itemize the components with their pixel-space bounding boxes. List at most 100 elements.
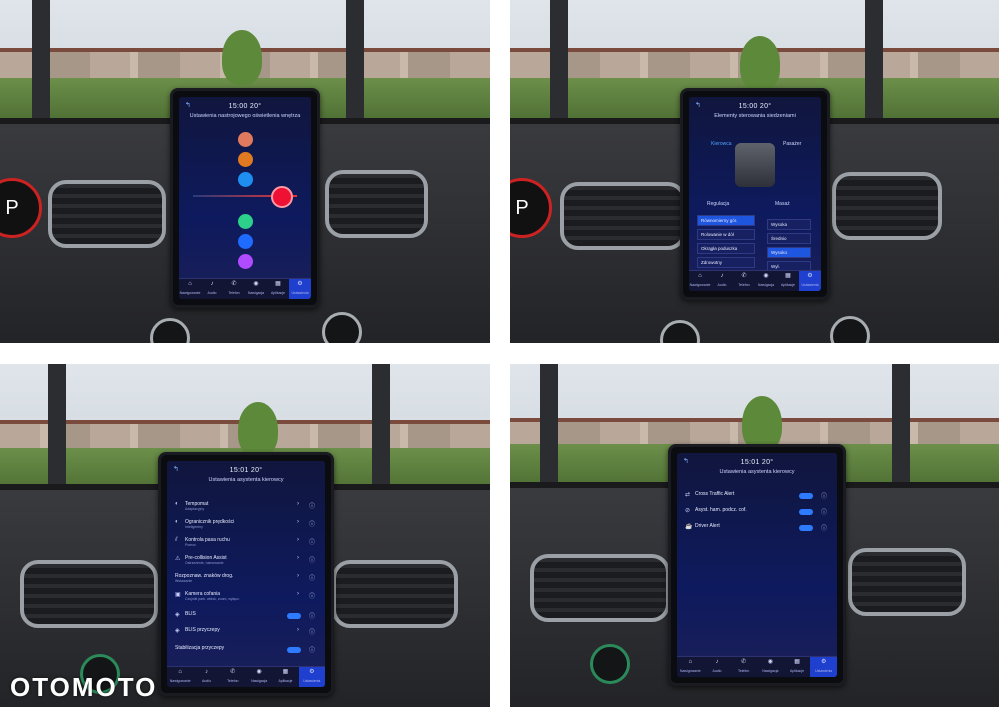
intensity-option[interactable]: Wysoko [767,247,811,258]
info-icon[interactable]: ⓘ [309,501,315,510]
collision-icon: ⚠ [175,556,181,562]
audio-button[interactable]: ♪ Audio [193,667,219,687]
setting-row[interactable]: ◈ BLIS przyczepy › ⓘ [175,627,317,641]
info-icon[interactable]: ⓘ [821,507,827,516]
audio-button[interactable]: ♪ Audio [704,657,731,677]
setting-row[interactable]: ⚠ Pre-collision Assist Ostrzeżenie, hamowa… [175,555,317,569]
apps-button[interactable]: ▦ Aplikacje [267,279,289,299]
center-touchscreen: ↰ 15:01 20° Ustawienia asystenta kierowc… [668,444,846,686]
color-swatch[interactable] [238,254,253,269]
setting-row[interactable]: ◐ Tempomat Adaptacyjny › ⓘ [175,501,317,515]
info-icon[interactable]: ⓘ [821,491,827,500]
apps-button[interactable]: ▦ Aplikacje [784,657,811,677]
massage-option[interactable]: Rolowanie w dół [697,229,755,240]
status-bar: 15:00 20° [738,103,772,110]
audio-button[interactable]: ♪ Audio [201,279,223,299]
home-button[interactable]: ⌂ Nawigowanie [689,271,711,291]
status-bar: 15:01 20° [229,467,263,474]
setting-row[interactable]: ▣ Kamera cofania Czujniki park. widok, zoo… [175,591,317,605]
speed-limiter-icon: ◐ [175,519,179,525]
status-bar: 15:01 20° [740,459,774,466]
home-button[interactable]: ⌂ Nawigowanie [167,667,193,687]
apps-button[interactable]: ▦ Aplikacje [272,667,298,687]
bottom-bar: ⌂ Nawigowanie ♪ Audio ✆ Telefon ◉ Nawigacja … [677,656,837,677]
massage-option[interactable]: Zdrowotny [697,257,755,268]
setting-row[interactable]: ⫽ Kontrola pasa ruchu Pomoc › ⓘ [175,537,317,551]
info-icon[interactable]: ⓘ [309,555,315,564]
settings-button[interactable]: ⚙ Ustawienia [810,657,837,677]
info-icon[interactable]: ⓘ [309,645,315,654]
tab-massage[interactable]: Masaż [775,201,790,207]
phone-button[interactable]: ✆ Telefon [220,667,246,687]
navigation-button[interactable]: ◉ Nawigacja [245,279,267,299]
info-icon[interactable]: ⓘ [309,537,315,546]
back-icon[interactable]: ↰ [185,101,191,109]
info-icon[interactable]: ⓘ [821,523,827,532]
setting-row[interactable]: ◈ BLIS ⓘ [175,611,317,625]
slider-handle[interactable] [271,186,293,208]
blis-toggle[interactable] [287,613,301,619]
settings-button[interactable]: ⚙ Ustawienia [799,271,821,291]
navigation-button[interactable]: ◉ Nawigacja [757,657,784,677]
photo-collage: P ↰ 15:00 20° Ustawienia nastrojowego oś… [0,0,999,707]
phone-button[interactable]: ✆ Telefon [730,657,757,677]
bottom-bar: ⌂ Nawigowanie ♪ Audio ✆ Telefon ◉ Nawigacja … [179,278,311,299]
home-button[interactable]: ⌂ Nawigowanie [677,657,704,677]
seat-image [735,143,775,187]
setting-row[interactable]: ☕ Driver Alert ⓘ [685,523,829,537]
screen-title: Ustawienia asystenta kierowcy [719,469,795,475]
color-slider[interactable] [193,186,297,208]
info-icon[interactable]: ⓘ [309,573,315,582]
color-swatch[interactable] [238,152,253,167]
massage-option[interactable]: Równomierny gór. [697,215,755,226]
intensity-option[interactable]: Wysoka [767,219,811,230]
color-swatch[interactable] [238,214,253,229]
setting-row[interactable]: ⇄ Cross Traffic Alert ⓘ [685,491,829,505]
massage-option[interactable]: Okrągła poduszka [697,243,755,254]
back-icon[interactable]: ↰ [695,101,701,109]
trailer-stability-toggle[interactable] [287,647,301,653]
setting-row[interactable]: ⊘ Asyst. ham. podcz. cof. ⓘ [685,507,829,521]
navigation-button[interactable]: ◉ Nawigacja [755,271,777,291]
color-swatch[interactable] [238,172,253,187]
bottom-bar: ⌂ Nawigowanie ♪ Audio ✆ Telefon ◉ Nawigacja … [167,666,325,687]
color-swatch[interactable] [238,234,253,249]
driver-alert-toggle[interactable] [799,525,813,531]
blis-icon: ◈ [175,612,180,618]
info-icon[interactable]: ⓘ [309,519,315,528]
photo-ambient-lighting: P ↰ 15:00 20° Ustawienia nastrojowego oś… [0,0,490,343]
cruise-icon: ◐ [175,501,179,507]
color-swatch[interactable] [238,132,253,147]
phone-button[interactable]: ✆ Telefon [223,279,245,299]
photo-driver-assist-2: ↰ 15:01 20° Ustawienia asystenta kierowc… [510,364,999,707]
info-icon[interactable]: ⓘ [309,611,315,620]
navigation-button[interactable]: ◉ Nawigacja [246,667,272,687]
tab-passenger[interactable]: Pasażer [783,141,801,147]
info-icon[interactable]: ⓘ [309,627,315,636]
phone-button[interactable]: ✆ Telefon [733,271,755,291]
back-icon[interactable]: ↰ [173,465,179,473]
settings-button[interactable]: ⚙ Ustawienia [289,279,311,299]
intensity-option[interactable]: Średnio [767,233,811,244]
center-touchscreen: ↰ 15:00 20° Elementy sterowania siedzeni… [680,88,830,300]
info-icon[interactable]: ⓘ [309,591,315,600]
apps-button[interactable]: ▦ Aplikacje [777,271,799,291]
screen-title: Ustawienia asystenta kierowcy [208,477,284,483]
tab-adjustment[interactable]: Regulacja [707,201,729,207]
screen-title: Elementy sterowania siedzeniami [714,113,796,119]
setting-row[interactable]: Rozpoznaw. znaków drog. Wskazanie › ⓘ [175,573,317,587]
settings-button[interactable]: ⚙ Ustawienia [298,667,325,687]
home-button[interactable]: ⌂ Nawigowanie [179,279,201,299]
driver-alert-icon: ☕ [685,524,693,530]
audio-button[interactable]: ♪ Audio [711,271,733,291]
watermark-logo: OTOMOTO [10,672,158,702]
reverse-brake-toggle[interactable] [799,509,813,515]
back-icon[interactable]: ↰ [683,457,689,465]
screen-title: Ustawienia nastrojowego oświetlenia wnęt… [189,113,301,119]
setting-row[interactable]: ◐ Ogranicznik prędkości Inteligentny › ⓘ [175,519,317,533]
bottom-bar: ⌂ Nawigowanie ♪ Audio ✆ Telefon ◉ Nawigacja … [689,270,821,291]
tab-driver[interactable]: Kierowca [711,141,732,147]
cross-traffic-toggle[interactable] [799,493,813,499]
photo-driver-assist: ↰ 15:01 20° Ustawienia asystenta kierowc… [0,364,490,707]
setting-row[interactable]: Stabilizacja przyczepy ⓘ [175,645,317,659]
